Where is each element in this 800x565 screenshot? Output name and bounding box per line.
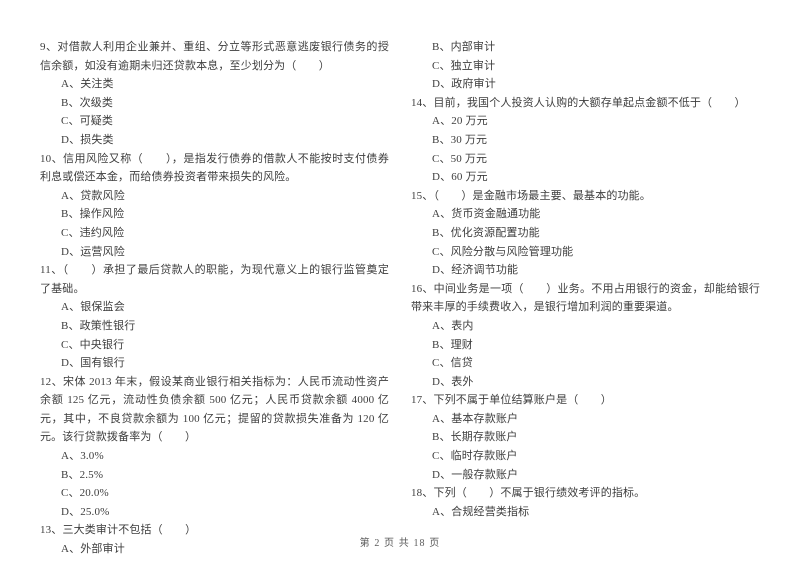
question-block: 10、信用风险又称（ ），是指发行债券的借款人不能按时支付债券利息或偿还本金，而… (40, 150, 389, 262)
option-item[interactable]: D、国有银行 (40, 354, 389, 373)
option-list: A、贷款风险 B、操作风险 C、违约风险 D、运营风险 (40, 187, 389, 261)
option-item[interactable]: B、操作风险 (40, 205, 389, 224)
option-list: A、3.0% B、2.5% C、20.0% D、25.0% (40, 447, 389, 521)
option-item[interactable]: D、运营风险 (40, 243, 389, 262)
page-footer: 第 2 页 共 18 页 (359, 538, 441, 549)
option-list: A、基本存款账户 B、长期存款账户 C、临时存款账户 D、一般存款账户 (411, 410, 760, 484)
question-block: 16、中间业务是一项（ ）业务。不用占用银行的资金，却能给银行带来丰厚的手续费收… (411, 280, 760, 392)
option-item[interactable]: B、长期存款账户 (411, 428, 760, 447)
option-item[interactable]: B、30 万元 (411, 131, 760, 150)
option-item[interactable]: A、基本存款账户 (411, 410, 760, 429)
question-block-continued: B、内部审计 C、独立审计 D、政府审计 (411, 38, 760, 94)
option-item[interactable]: C、20.0% (40, 484, 389, 503)
option-item[interactable]: C、违约风险 (40, 224, 389, 243)
option-item[interactable]: C、50 万元 (411, 150, 760, 169)
question-block: 15、（ ）是金融市场最主要、最基本的功能。 A、货币资金融通功能 B、优化资源… (411, 187, 760, 280)
question-stem: 14、目前，我国个人投资人认购的大额存单起点金额不低于（ ） (411, 96, 746, 109)
option-item[interactable]: B、内部审计 (411, 38, 760, 57)
question-block: 18、下列（ ）不属于银行绩效考评的指标。 A、合规经营类指标 (411, 484, 760, 521)
exam-page: 9、对借款人利用企业兼并、重组、分立等形式恶意逃废银行债务的授信余额，如没有逾期… (0, 0, 800, 565)
option-item[interactable]: B、理财 (411, 336, 760, 355)
option-list: A、货币资金融通功能 B、优化资源配置功能 C、风险分散与风险管理功能 D、经济… (411, 205, 760, 279)
option-item[interactable]: B、2.5% (40, 466, 389, 485)
option-item[interactable]: D、60 万元 (411, 168, 760, 187)
option-item[interactable]: A、关注类 (40, 75, 389, 94)
option-item[interactable]: A、银保监会 (40, 298, 389, 317)
question-block: 17、下列不属于单位结算账户是（ ） A、基本存款账户 B、长期存款账户 C、临… (411, 391, 760, 484)
option-item[interactable]: A、贷款风险 (40, 187, 389, 206)
question-block: 12、宋体 2013 年末，假设某商业银行相关指标为：人民币流动性资产余额 12… (40, 373, 389, 522)
option-list: A、合规经营类指标 (411, 503, 760, 522)
option-item[interactable]: C、中央银行 (40, 336, 389, 355)
option-item[interactable]: C、临时存款账户 (411, 447, 760, 466)
option-list: A、表内 B、理财 C、信贷 D、表外 (411, 317, 760, 391)
left-column: 9、对借款人利用企业兼并、重组、分立等形式恶意逃废银行债务的授信余额，如没有逾期… (40, 38, 389, 559)
question-stem: 12、宋体 2013 年末，假设某商业银行相关指标为：人民币流动性资产余额 12… (40, 375, 389, 444)
option-item[interactable]: A、货币资金融通功能 (411, 205, 760, 224)
option-item[interactable]: D、损失类 (40, 131, 389, 150)
question-stem: 10、信用风险又称（ ），是指发行债券的借款人不能按时支付债券利息或偿还本金，而… (40, 152, 389, 184)
option-item[interactable]: C、独立审计 (411, 57, 760, 76)
option-item[interactable]: D、表外 (411, 373, 760, 392)
option-list: A、银保监会 B、政策性银行 C、中央银行 D、国有银行 (40, 298, 389, 372)
option-item[interactable]: A、3.0% (40, 447, 389, 466)
question-stem: 15、（ ）是金融市场最主要、最基本的功能。 (411, 189, 651, 202)
question-stem: 16、中间业务是一项（ ）业务。不用占用银行的资金，却能给银行带来丰厚的手续费收… (411, 282, 760, 314)
option-item[interactable]: D、经济调节功能 (411, 261, 760, 280)
question-block: 11、（ ）承担了最后贷款人的职能，为现代意义上的银行监管奠定了基础。 A、银保… (40, 261, 389, 373)
option-item[interactable]: B、次级类 (40, 94, 389, 113)
option-item[interactable]: A、表内 (411, 317, 760, 336)
option-item[interactable]: C、可疑类 (40, 112, 389, 131)
option-item[interactable]: A、合规经营类指标 (411, 503, 760, 522)
two-column-body: 9、对借款人利用企业兼并、重组、分立等形式恶意逃废银行债务的授信余额，如没有逾期… (40, 38, 760, 559)
option-item[interactable]: A、20 万元 (411, 112, 760, 131)
option-item[interactable]: D、一般存款账户 (411, 466, 760, 485)
option-item[interactable]: C、信贷 (411, 354, 760, 373)
option-item[interactable]: D、政府审计 (411, 75, 760, 94)
question-block: 9、对借款人利用企业兼并、重组、分立等形式恶意逃废银行债务的授信余额，如没有逾期… (40, 38, 389, 150)
option-list: A、20 万元 B、30 万元 C、50 万元 D、60 万元 (411, 112, 760, 186)
option-item[interactable]: C、风险分散与风险管理功能 (411, 243, 760, 262)
option-item[interactable]: B、政策性银行 (40, 317, 389, 336)
question-block: 14、目前，我国个人投资人认购的大额存单起点金额不低于（ ） A、20 万元 B… (411, 94, 760, 187)
option-list: B、内部审计 C、独立审计 D、政府审计 (411, 38, 760, 94)
option-list: A、关注类 B、次级类 C、可疑类 D、损失类 (40, 75, 389, 149)
question-stem: 9、对借款人利用企业兼并、重组、分立等形式恶意逃废银行债务的授信余额，如没有逾期… (40, 41, 389, 72)
right-column: B、内部审计 C、独立审计 D、政府审计 14、目前，我国个人投资人认购的大额存… (411, 38, 760, 521)
option-item[interactable]: B、优化资源配置功能 (411, 224, 760, 243)
question-stem: 11、（ ）承担了最后贷款人的职能，为现代意义上的银行监管奠定了基础。 (40, 264, 389, 295)
question-stem: 18、下列（ ）不属于银行绩效考评的指标。 (411, 487, 646, 500)
option-item[interactable]: D、25.0% (40, 503, 389, 522)
question-stem: 17、下列不属于单位结算账户是（ ） (411, 394, 612, 407)
